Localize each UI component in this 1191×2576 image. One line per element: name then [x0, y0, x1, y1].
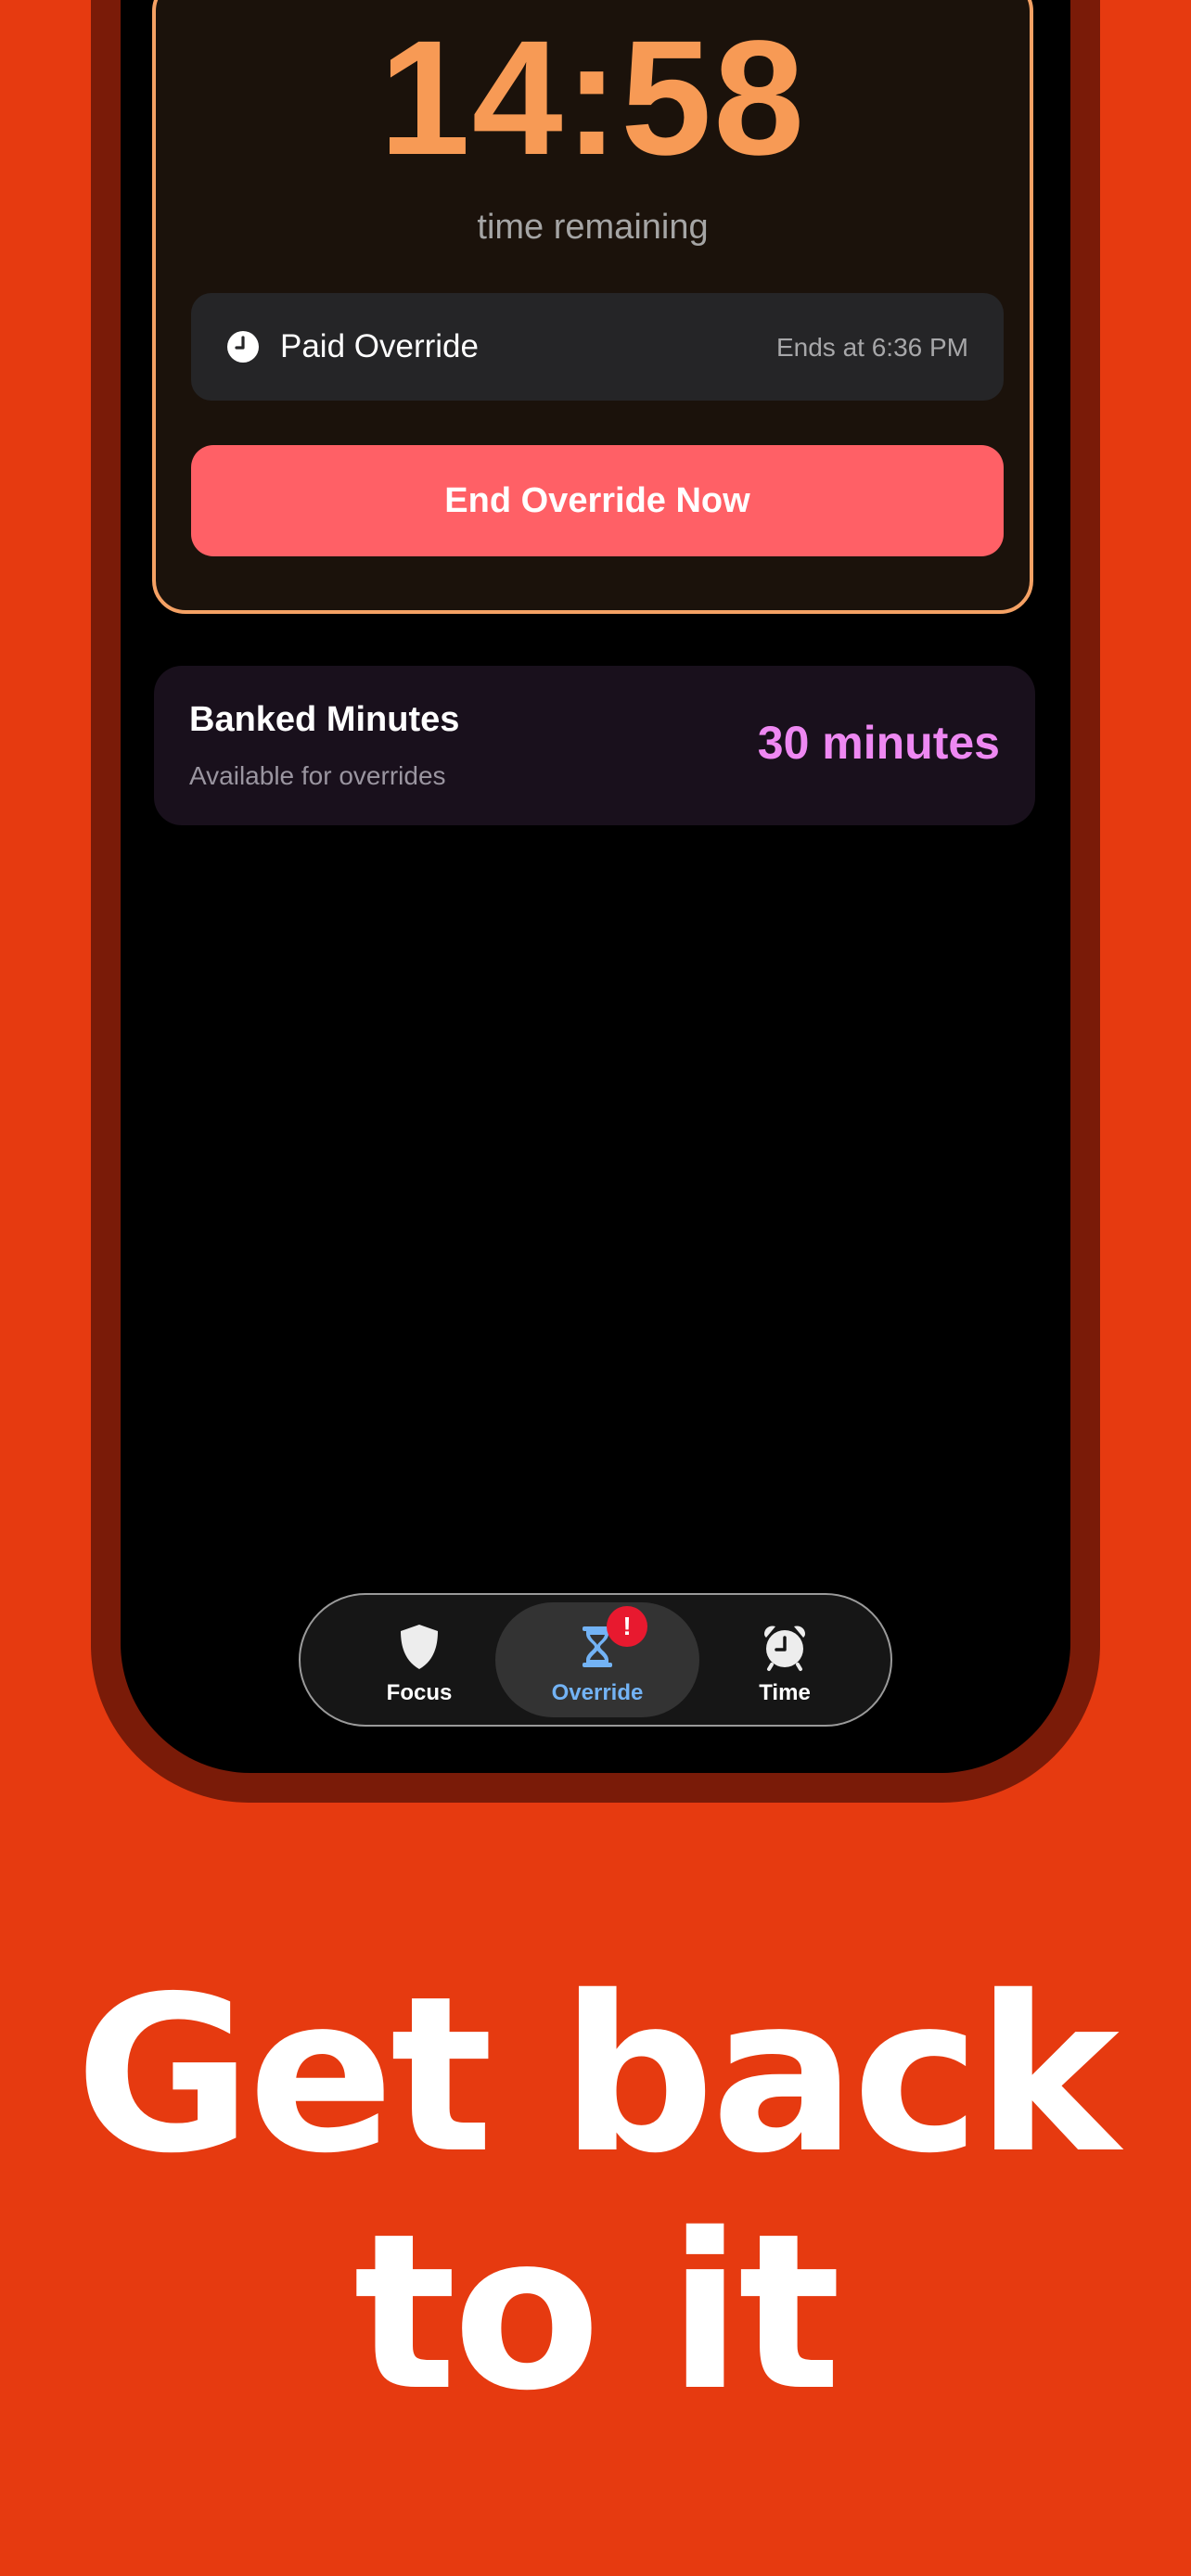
override-alert-badge: !: [607, 1606, 647, 1647]
banked-minutes-value: 30 minutes: [757, 717, 1000, 769]
banked-minutes-card: Banked Minutes Available for overrides 3…: [154, 666, 1035, 825]
tab-time[interactable]: Time: [683, 1602, 887, 1717]
phone-screen: 14:58 time remaining Paid Override Ends …: [121, 0, 1070, 1773]
override-card: 14:58 time remaining Paid Override Ends …: [152, 0, 1033, 614]
tab-focus[interactable]: Focus: [317, 1602, 521, 1717]
tab-bar: Focus ! Override Time: [299, 1593, 892, 1727]
tab-override-label: Override: [551, 1680, 644, 1705]
override-end-time: Ends at 6:36 PM: [775, 333, 968, 362]
banked-minutes-title: Banked Minutes: [189, 700, 460, 739]
countdown-timer: 14:58: [378, 7, 807, 189]
override-status-row: Paid Override Ends at 6:36 PM: [191, 293, 1004, 401]
headline-line-1: Get back: [75, 1950, 1120, 2200]
timer-caption: time remaining: [477, 208, 709, 247]
clock-icon: [227, 331, 259, 363]
headline-line-2: to it: [353, 2187, 840, 2438]
phone-frame: 14:58 time remaining Paid Override Ends …: [91, 0, 1100, 1803]
tab-override[interactable]: ! Override: [495, 1602, 699, 1717]
tab-time-label: Time: [759, 1680, 811, 1705]
alarm-clock-icon: [764, 1626, 805, 1671]
banked-minutes-subtitle: Available for overrides: [189, 761, 446, 790]
shield-icon: [401, 1625, 438, 1669]
override-type-label: Paid Override: [280, 328, 479, 364]
end-override-button[interactable]: End Override Now: [191, 445, 1004, 556]
marketing-headline: Get back to it: [0, 1957, 1191, 2431]
tab-focus-label: Focus: [386, 1680, 453, 1705]
